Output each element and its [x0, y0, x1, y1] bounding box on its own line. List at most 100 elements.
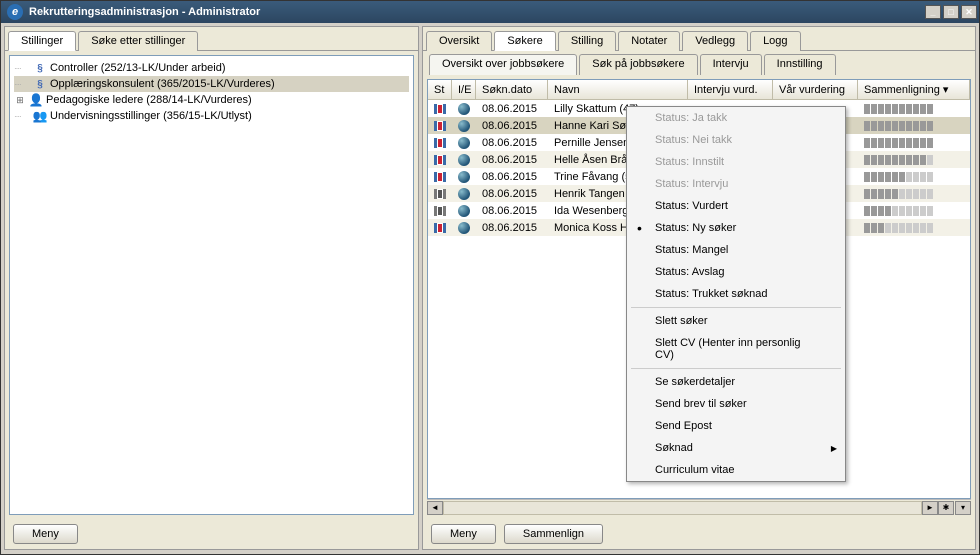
- cell-sam: [858, 151, 970, 168]
- menu-item[interactable]: Slett søker: [627, 310, 845, 332]
- right-tab[interactable]: Notater: [618, 31, 680, 51]
- table-header: St I/E Søkn.dato Navn Intervju vurd. Vår…: [428, 80, 970, 100]
- comparison-bars: [864, 172, 933, 182]
- maximize-button[interactable]: □: [943, 5, 959, 19]
- scroll-right-icon[interactable]: ►: [922, 501, 938, 515]
- tree-connector: ····: [14, 80, 30, 89]
- titlebar: e Rekrutteringsadministrasjon - Administ…: [1, 1, 979, 23]
- menu-item: Status: Innstilt: [627, 151, 845, 173]
- cell-sam: [858, 134, 970, 151]
- menu-item[interactable]: Status: Trukket søknad: [627, 283, 845, 305]
- left-panel: StillingerSøke etter stillinger ····§Con…: [4, 26, 419, 550]
- menu-item[interactable]: Status: Mangel: [627, 239, 845, 261]
- menu-item[interactable]: Søknad▶: [627, 437, 845, 459]
- menu-item: Status: Nei takk: [627, 129, 845, 151]
- globe-icon: [458, 222, 470, 234]
- cell-date: 08.06.2015: [476, 168, 548, 185]
- col-name[interactable]: Navn: [548, 80, 688, 99]
- tree-toggle-icon[interactable]: ⊞: [14, 95, 26, 106]
- menu-label: Status: Vurdert: [655, 200, 728, 212]
- globe-icon: [458, 171, 470, 183]
- menu-label: Status: Trukket søknad: [655, 288, 768, 300]
- tree-view[interactable]: ····§Controller (252/13-LK/Under arbeid)…: [9, 55, 414, 515]
- left-tabs: StillingerSøke etter stillinger: [5, 27, 418, 51]
- sub-tab[interactable]: Innstilling: [764, 54, 836, 75]
- menu-label: Status: Ja takk: [655, 112, 727, 124]
- col-ie[interactable]: I/E: [452, 80, 476, 99]
- tree-label: Pedagogiske ledere (288/14-LK/Vurderes): [46, 94, 252, 106]
- context-menu[interactable]: Status: Ja takk Status: Nei takk Status: I…: [626, 106, 846, 482]
- right-tab[interactable]: Oversikt: [426, 31, 492, 51]
- cell-date: 08.06.2015: [476, 219, 548, 236]
- menu-label: Send Epost: [655, 420, 712, 432]
- menu-item[interactable]: Status: Avslag: [627, 261, 845, 283]
- globe-icon: [458, 103, 470, 115]
- flag-icon: [434, 206, 446, 216]
- menu-label: Status: Nei takk: [655, 134, 732, 146]
- cell-date: 08.06.2015: [476, 202, 548, 219]
- menu-label: Curriculum vitae: [655, 464, 734, 476]
- tree-item[interactable]: ····👥Undervisningsstillinger (356/15-LK/…: [14, 108, 409, 124]
- col-expand-icon[interactable]: ▾: [955, 501, 971, 515]
- tree-label: Undervisningsstillinger (356/15-LK/Utlys…: [50, 110, 252, 122]
- comparison-bars: [864, 206, 933, 216]
- menu-item[interactable]: Curriculum vitae: [627, 459, 845, 481]
- col-date[interactable]: Søkn.dato: [476, 80, 548, 99]
- menu-label: Status: Intervju: [655, 178, 728, 190]
- menu-item[interactable]: Send Epost: [627, 415, 845, 437]
- menu-item[interactable]: •Status: Ny søker: [627, 217, 845, 239]
- menu-item[interactable]: Slett CV (Henter inn personlig CV): [627, 332, 845, 366]
- tree-item[interactable]: ····§Controller (252/13-LK/Under arbeid): [14, 60, 409, 76]
- window-title: Rekrutteringsadministrasjon - Administra…: [27, 6, 925, 18]
- right-tab[interactable]: Logg: [750, 31, 800, 51]
- scroll-track[interactable]: [443, 501, 922, 515]
- menu-separator: [631, 307, 841, 308]
- applicant-table: St I/E Søkn.dato Navn Intervju vurd. Vår…: [427, 79, 971, 499]
- col-config-icon[interactable]: ✱: [938, 501, 954, 515]
- menu-separator: [631, 368, 841, 369]
- meny-button-right[interactable]: Meny: [431, 524, 496, 544]
- col-st[interactable]: St: [428, 80, 452, 99]
- right-tab[interactable]: Stilling: [558, 31, 616, 51]
- app-icon: e: [7, 4, 23, 20]
- col-vv[interactable]: Vår vurdering: [773, 80, 858, 99]
- globe-icon: [458, 188, 470, 200]
- menu-item: Status: Intervju: [627, 173, 845, 195]
- cell-date: 08.06.2015: [476, 151, 548, 168]
- menu-item[interactable]: Se søkerdetaljer: [627, 371, 845, 393]
- menu-item[interactable]: Status: Vurdert: [627, 195, 845, 217]
- flag-icon: [434, 138, 446, 148]
- menu-label: Slett søker: [655, 315, 708, 327]
- flag-icon: [434, 121, 446, 131]
- menu-label: Se søkerdetaljer: [655, 376, 735, 388]
- flag-icon: [434, 189, 446, 199]
- sub-tab[interactable]: Oversikt over jobbsøkere: [429, 54, 577, 75]
- menu-item: Status: Ja takk: [627, 107, 845, 129]
- globe-icon: [458, 205, 470, 217]
- flag-icon: [434, 155, 446, 165]
- menu-item[interactable]: Send brev til søker: [627, 393, 845, 415]
- close-button[interactable]: ✕: [961, 5, 977, 19]
- col-sam[interactable]: Sammenligning ▾: [858, 80, 970, 99]
- tree-item[interactable]: ····§Opplæringskonsulent (365/2015-LK/Vu…: [14, 76, 409, 92]
- horizontal-scrollbar[interactable]: ◄ ► ✱ ▾: [427, 499, 971, 515]
- sub-tab[interactable]: Søk på jobbsøkere: [579, 54, 697, 75]
- submenu-arrow-icon: ▶: [831, 444, 837, 453]
- cell-sam: [858, 117, 970, 134]
- sammenlign-button[interactable]: Sammenlign: [504, 524, 603, 544]
- tree-connector: ····: [14, 64, 30, 73]
- tree-item[interactable]: ⊞👤Pedagogiske ledere (288/14-LK/Vurderes…: [14, 92, 409, 108]
- col-iv[interactable]: Intervju vurd.: [688, 80, 773, 99]
- scroll-left-icon[interactable]: ◄: [427, 501, 443, 515]
- left-tab[interactable]: Stillinger: [8, 31, 76, 51]
- meny-button-left[interactable]: Meny: [13, 524, 78, 544]
- comparison-bars: [864, 138, 933, 148]
- cell-date: 08.06.2015: [476, 185, 548, 202]
- right-panel: OversiktSøkereStillingNotaterVedleggLogg…: [422, 26, 976, 550]
- minimize-button[interactable]: _: [925, 5, 941, 19]
- cell-date: 08.06.2015: [476, 117, 548, 134]
- sub-tab[interactable]: Intervju: [700, 54, 762, 75]
- right-tab[interactable]: Søkere: [494, 31, 555, 51]
- left-tab[interactable]: Søke etter stillinger: [78, 31, 198, 51]
- right-tab[interactable]: Vedlegg: [682, 31, 748, 51]
